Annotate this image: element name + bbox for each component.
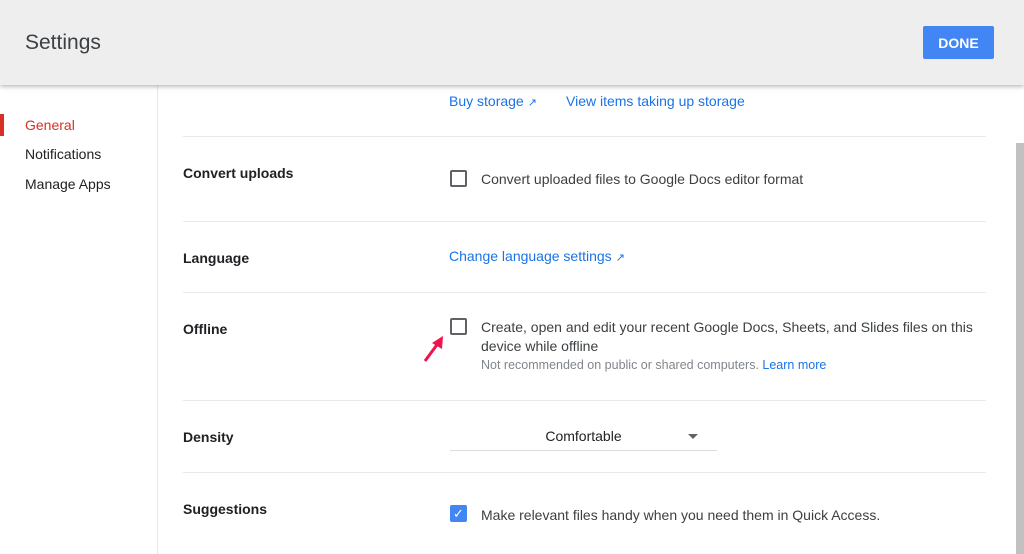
view-storage-link[interactable]: View items taking up storage	[566, 93, 745, 109]
convert-uploads-label: Convert uploads	[183, 165, 294, 181]
scrollbar[interactable]	[1016, 143, 1024, 554]
divider	[183, 472, 986, 473]
offline-note: Not recommended on public or shared comp…	[481, 358, 826, 372]
sidebar-item-manage-apps[interactable]: Manage Apps	[25, 176, 111, 192]
divider	[183, 136, 986, 137]
offline-note-text: Not recommended on public or shared comp…	[481, 358, 759, 372]
done-button[interactable]: DONE	[923, 26, 994, 59]
density-select[interactable]: Comfortable	[450, 424, 717, 451]
sidebar-item-general[interactable]: General	[25, 117, 75, 133]
offline-label: Offline	[183, 321, 228, 337]
convert-uploads-checkbox[interactable]	[450, 170, 467, 187]
suggestions-checkbox[interactable]: ✓	[450, 505, 467, 522]
divider	[183, 292, 986, 293]
external-link-icon: ↗	[527, 97, 537, 109]
buy-storage-link[interactable]: Buy storage ↗	[449, 93, 537, 109]
change-language-link[interactable]: Change language settings ↗	[449, 248, 625, 264]
caret-down-icon	[688, 434, 698, 439]
offline-text-line2: device while offline	[481, 338, 599, 354]
dialog-header: Settings DONE	[0, 0, 1024, 85]
page-title: Settings	[25, 31, 101, 54]
sidebar-item-notifications[interactable]: Notifications	[25, 146, 101, 162]
annotation-arrow-icon	[423, 336, 443, 362]
convert-uploads-text: Convert uploaded files to Google Docs ed…	[481, 171, 804, 187]
checkmark-icon: ✓	[453, 506, 464, 521]
offline-checkbox[interactable]	[450, 318, 467, 335]
suggestions-label: Suggestions	[183, 501, 268, 517]
offline-text-line1: Create, open and edit your recent Google…	[481, 319, 973, 335]
divider	[183, 400, 986, 401]
density-label: Density	[183, 429, 234, 445]
learn-more-link[interactable]: Learn more	[762, 358, 826, 372]
buy-storage-label: Buy storage	[449, 93, 524, 109]
suggestions-text: Make relevant files handy when you need …	[481, 507, 881, 523]
language-label: Language	[183, 250, 250, 266]
change-language-label: Change language settings	[449, 248, 612, 264]
density-value: Comfortable	[545, 428, 622, 444]
divider	[183, 221, 986, 222]
external-link-icon: ↗	[615, 252, 625, 264]
active-indicator	[0, 114, 4, 136]
